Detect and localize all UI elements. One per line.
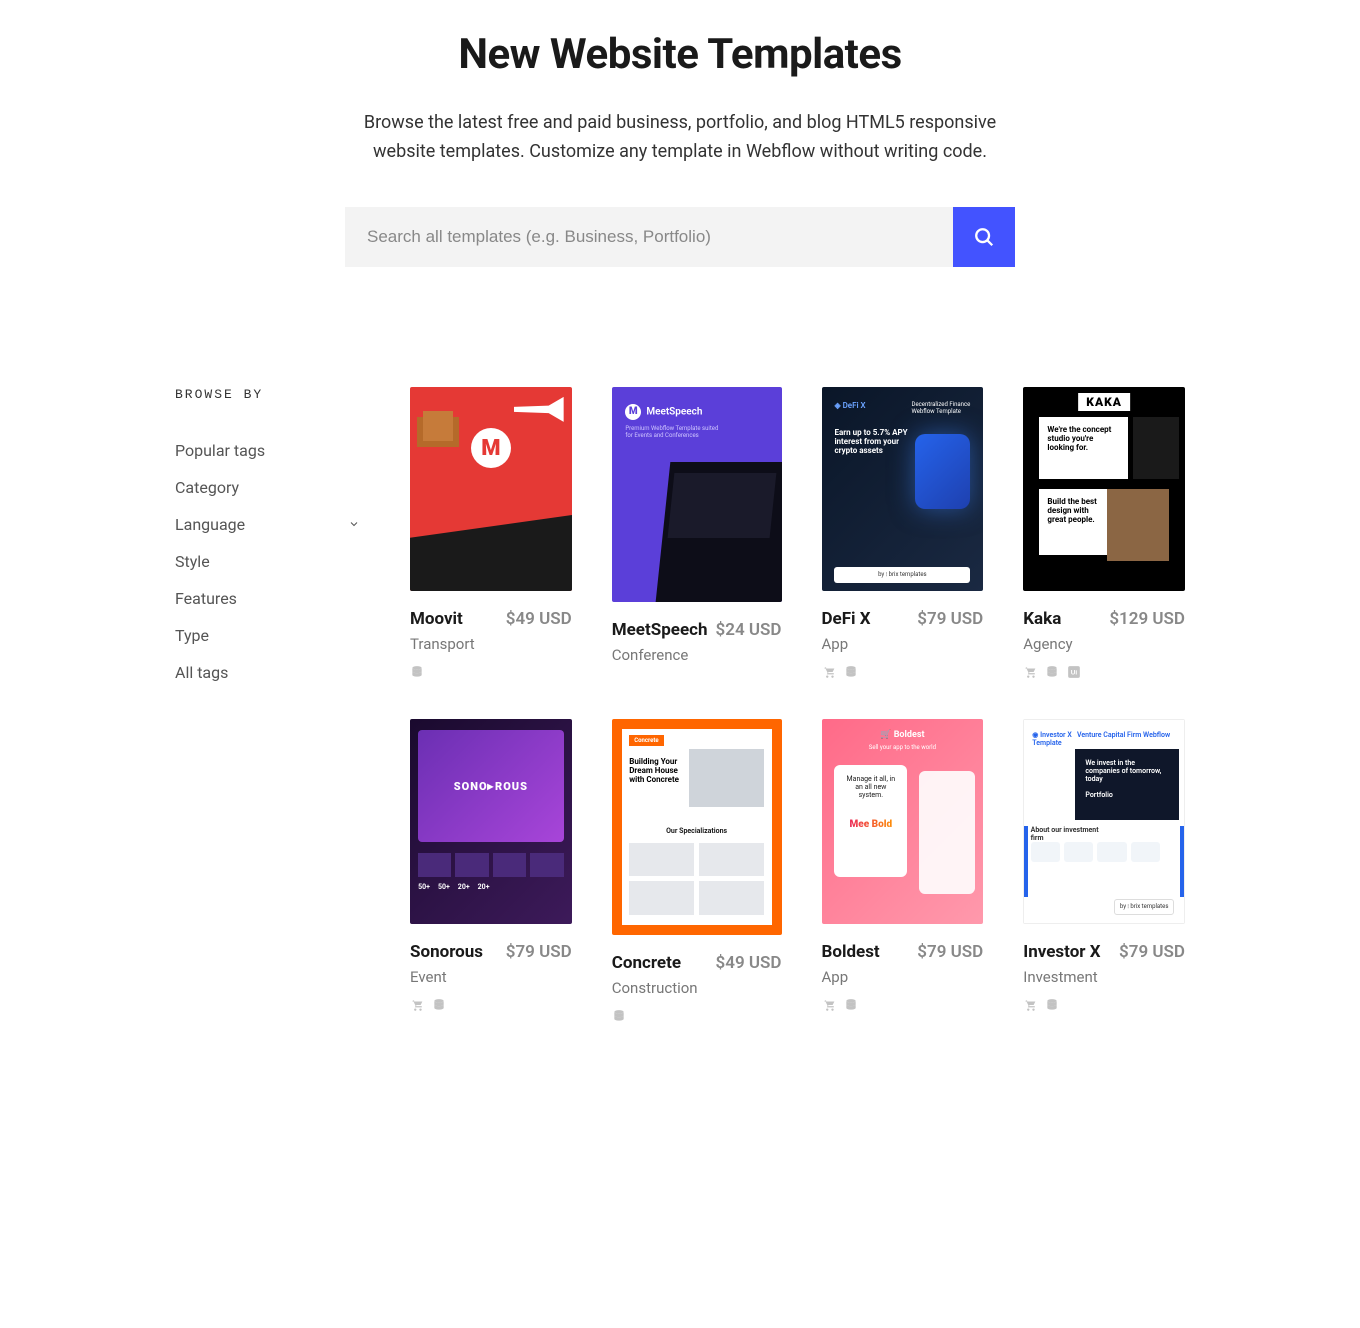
template-card[interactable]: SONO ROUS50+50+20+20+ Sonorous Event $79 US… bbox=[410, 719, 572, 1022]
page-title: New Website Templates bbox=[175, 30, 1185, 79]
cms-icon bbox=[432, 998, 446, 1012]
template-thumbnail: M bbox=[410, 387, 572, 592]
template-grid: M Moovit Transport $49 USD MeetSpeechPremium… bbox=[410, 387, 1185, 1023]
template-thumbnail: ◈ DeFi XDecentralized FinanceWebflow Tem… bbox=[822, 387, 984, 592]
template-name: Boldest bbox=[822, 942, 880, 962]
template-price: $79 USD bbox=[1119, 942, 1185, 962]
template-name: DeFi X bbox=[822, 609, 871, 629]
template-category: Construction bbox=[612, 979, 698, 997]
template-category: App bbox=[822, 635, 871, 653]
template-price: $49 USD bbox=[716, 953, 782, 973]
template-price: $79 USD bbox=[917, 942, 983, 962]
template-card[interactable]: M Moovit Transport $49 USD bbox=[410, 387, 572, 680]
template-thumbnail: ◉ Investor X Venture Capital Firm Webflo… bbox=[1023, 719, 1185, 924]
template-price: $49 USD bbox=[506, 609, 572, 629]
cms-icon bbox=[612, 1009, 626, 1023]
template-card[interactable]: ◉ Investor X Venture Capital Firm Webflo… bbox=[1023, 719, 1185, 1022]
hero-section: New Website Templates Browse the latest … bbox=[175, 30, 1185, 267]
filter-item-language[interactable]: Language bbox=[175, 506, 360, 543]
cms-icon bbox=[1045, 665, 1059, 679]
template-badges bbox=[1023, 665, 1185, 679]
template-card[interactable]: KAKAWe're the concept studio you're look… bbox=[1023, 387, 1185, 680]
filter-label: Features bbox=[175, 589, 237, 608]
template-name: Moovit bbox=[410, 609, 475, 629]
filter-sidebar: BROWSE BY Popular tags Category Language St… bbox=[175, 387, 360, 1023]
template-category: Agency bbox=[1023, 635, 1072, 653]
template-thumbnail: KAKAWe're the concept studio you're look… bbox=[1023, 387, 1185, 592]
cms-icon bbox=[844, 665, 858, 679]
filter-label: Type bbox=[175, 626, 209, 645]
template-meta: Boldest App $79 USD bbox=[822, 942, 984, 986]
template-meta: Kaka Agency $129 USD bbox=[1023, 609, 1185, 653]
filter-label: Category bbox=[175, 478, 239, 497]
template-meta: MeetSpeech Conference $24 USD bbox=[612, 620, 782, 664]
template-price: $79 USD bbox=[506, 942, 572, 962]
template-meta: DeFi X App $79 USD bbox=[822, 609, 984, 653]
template-category: Investment bbox=[1023, 968, 1100, 986]
search-icon bbox=[973, 226, 995, 248]
page-subtitle: Browse the latest free and paid business… bbox=[360, 109, 1000, 167]
filter-item-popular-tags[interactable]: Popular tags bbox=[175, 432, 360, 469]
template-thumbnail: SONO ROUS50+50+20+20+ bbox=[410, 719, 572, 924]
template-name: MeetSpeech bbox=[612, 620, 708, 640]
cms-icon bbox=[844, 998, 858, 1012]
search-input[interactable] bbox=[345, 207, 953, 267]
template-badges bbox=[1023, 998, 1185, 1012]
filter-item-type[interactable]: Type bbox=[175, 617, 360, 654]
template-category: Transport bbox=[410, 635, 475, 653]
template-meta: Sonorous Event $79 USD bbox=[410, 942, 572, 986]
template-card[interactable]: ConcreteBuilding Your Dream House with C… bbox=[612, 719, 782, 1022]
filter-item-style[interactable]: Style bbox=[175, 543, 360, 580]
template-meta: Concrete Construction $49 USD bbox=[612, 953, 782, 997]
chevron-down-icon bbox=[348, 518, 360, 530]
ecommerce-icon bbox=[822, 998, 836, 1012]
template-name: Sonorous bbox=[410, 942, 483, 962]
template-thumbnail: MeetSpeechPremium Webflow Template suite… bbox=[612, 387, 782, 602]
filter-label: Style bbox=[175, 552, 210, 571]
template-card[interactable]: 🛒 BoldestSell your app to the worldManag… bbox=[822, 719, 984, 1022]
template-meta: Moovit Transport $49 USD bbox=[410, 609, 572, 653]
ecommerce-icon bbox=[822, 665, 836, 679]
filter-item-features[interactable]: Features bbox=[175, 580, 360, 617]
template-badges bbox=[612, 1009, 782, 1023]
uikit-icon bbox=[1067, 665, 1081, 679]
template-category: App bbox=[822, 968, 880, 986]
template-card[interactable]: MeetSpeechPremium Webflow Template suite… bbox=[612, 387, 782, 680]
ecommerce-icon bbox=[1023, 998, 1037, 1012]
sidebar-title: BROWSE BY bbox=[175, 387, 360, 402]
template-badges bbox=[410, 998, 572, 1012]
filter-label: Language bbox=[175, 515, 245, 534]
template-price: $79 USD bbox=[917, 609, 983, 629]
template-name: Concrete bbox=[612, 953, 698, 973]
template-card[interactable]: ◈ DeFi XDecentralized FinanceWebflow Tem… bbox=[822, 387, 984, 680]
cms-icon bbox=[1045, 998, 1059, 1012]
ecommerce-icon bbox=[1023, 665, 1037, 679]
search-button[interactable] bbox=[953, 207, 1015, 267]
cms-icon bbox=[410, 665, 424, 679]
template-badges bbox=[410, 665, 572, 679]
filter-label: Popular tags bbox=[175, 441, 265, 460]
template-meta: Investor X Investment $79 USD bbox=[1023, 942, 1185, 986]
template-price: $24 USD bbox=[716, 620, 782, 640]
filter-label: All tags bbox=[175, 663, 228, 682]
template-name: Kaka bbox=[1023, 609, 1072, 629]
filter-item-all-tags[interactable]: All tags bbox=[175, 654, 360, 691]
search-bar bbox=[345, 207, 1015, 267]
template-badges bbox=[822, 998, 984, 1012]
template-price: $129 USD bbox=[1109, 609, 1185, 629]
template-name: Investor X bbox=[1023, 942, 1100, 962]
template-category: Event bbox=[410, 968, 483, 986]
filter-item-category[interactable]: Category bbox=[175, 469, 360, 506]
template-badges bbox=[822, 665, 984, 679]
template-thumbnail: 🛒 BoldestSell your app to the worldManag… bbox=[822, 719, 984, 924]
template-category: Conference bbox=[612, 646, 708, 664]
ecommerce-icon bbox=[410, 998, 424, 1012]
template-thumbnail: ConcreteBuilding Your Dream House with C… bbox=[612, 719, 782, 934]
